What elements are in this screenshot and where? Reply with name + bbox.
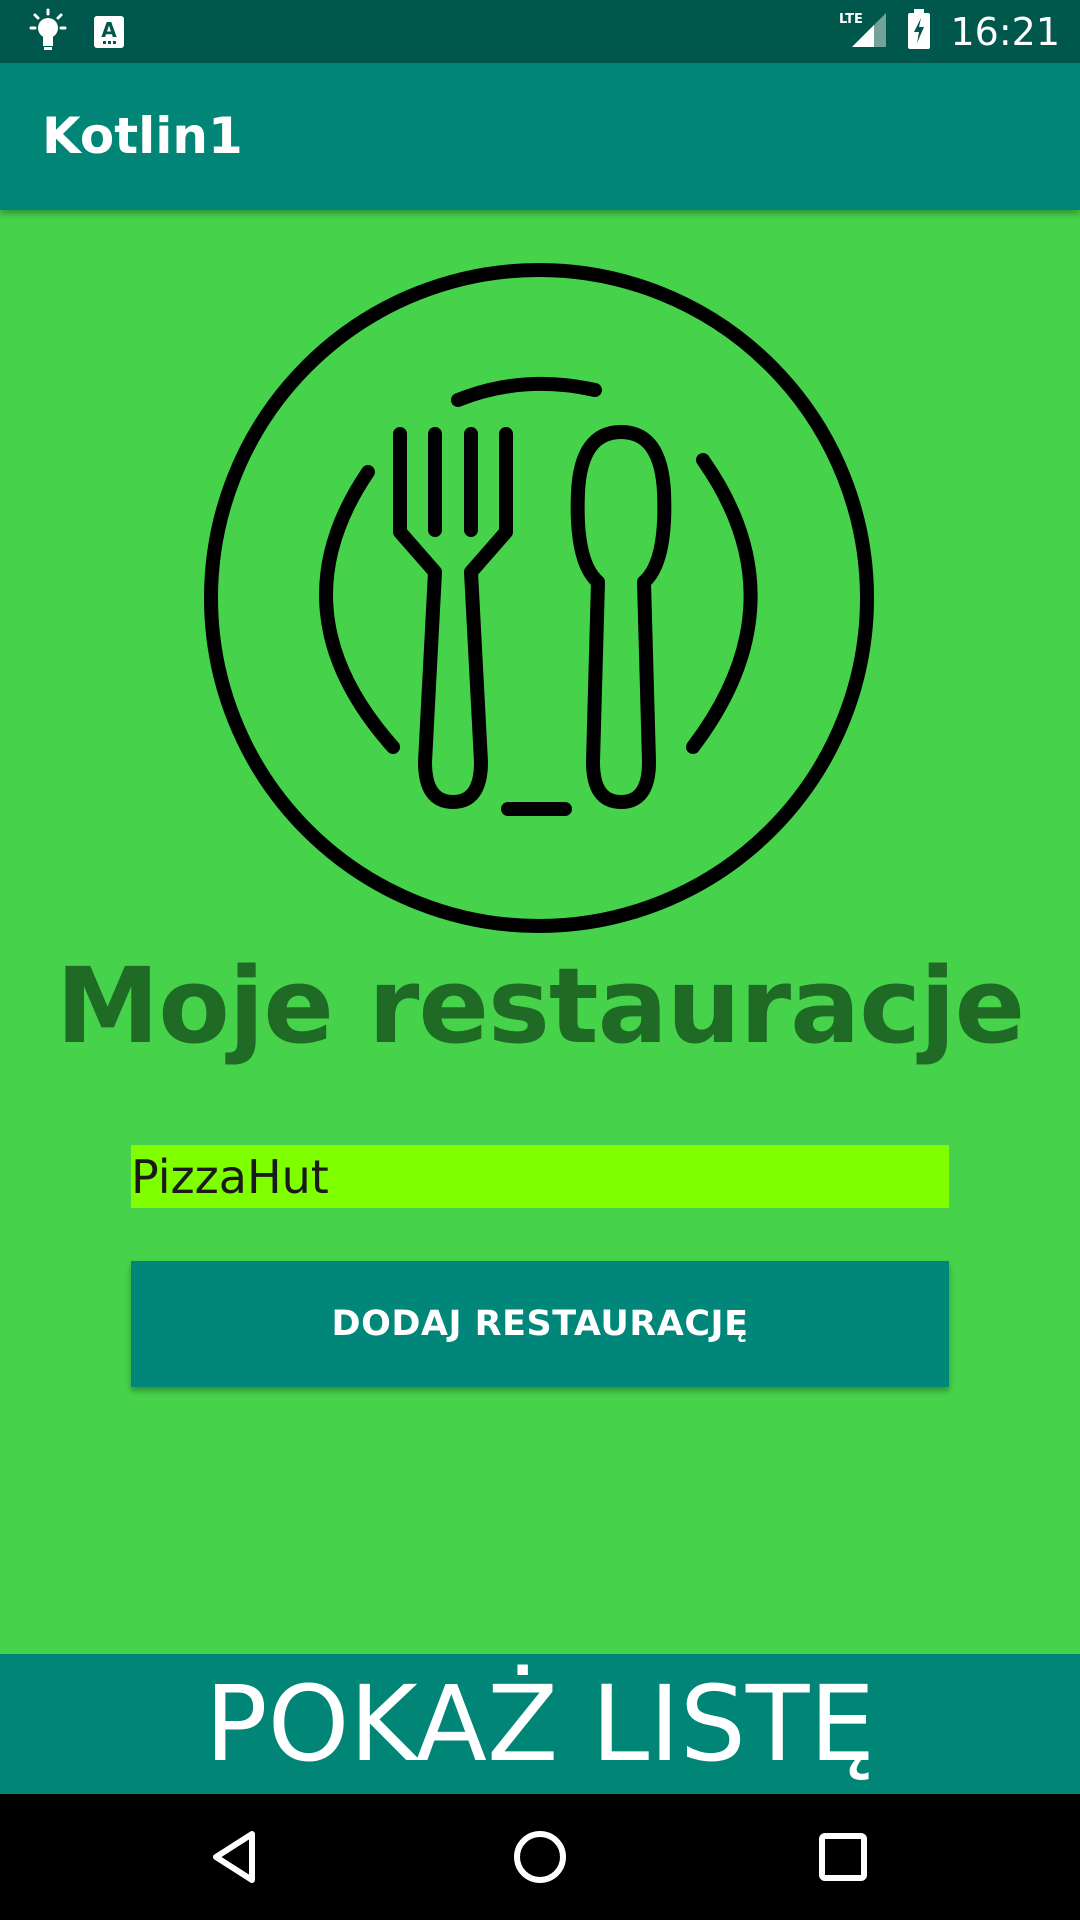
app-title: Kotlin1	[42, 107, 243, 165]
lightbulb-icon	[26, 8, 70, 61]
add-restaurant-button[interactable]: DODAJ RESTAURACJĘ	[131, 1261, 949, 1387]
show-list-button[interactable]: POKAŻ LISTĘ	[0, 1654, 1080, 1794]
screen: A LTE 16:21 Kotlin1 Moje restauracje Piz…	[0, 0, 1080, 1920]
page-title: Moje restauracje	[55, 945, 1025, 1067]
navigation-bar	[0, 1794, 1080, 1920]
status-time: 16:21	[950, 9, 1060, 54]
app-bar: Kotlin1	[0, 63, 1080, 210]
status-right: LTE 16:21	[838, 0, 1060, 63]
home-icon[interactable]	[505, 1822, 575, 1892]
restaurant-name-input[interactable]	[131, 1145, 949, 1208]
recents-icon[interactable]	[808, 1822, 878, 1892]
battery-charging-icon	[906, 9, 932, 54]
plate-fork-spoon-icon	[203, 262, 875, 934]
svg-text:A: A	[101, 18, 117, 42]
accessibility-a-icon: A	[92, 14, 126, 55]
lte-signal-icon: LTE	[838, 9, 888, 54]
status-bar: A LTE 16:21	[0, 0, 1080, 63]
network-label: LTE	[839, 12, 863, 27]
back-icon[interactable]	[202, 1822, 272, 1892]
